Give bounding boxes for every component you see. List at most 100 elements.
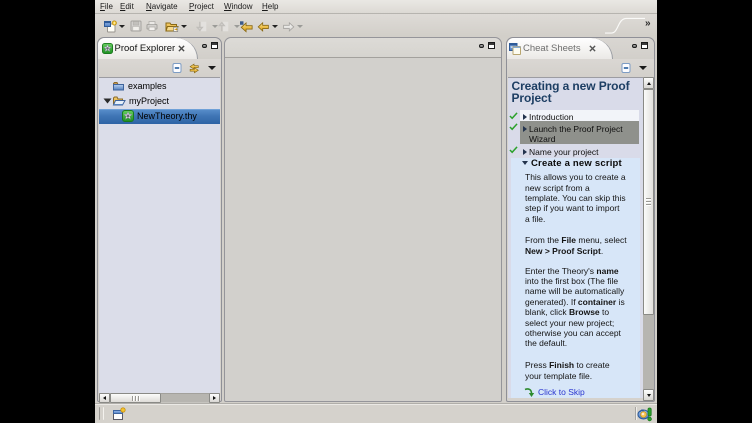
cheat-item-label: Introduction xyxy=(529,112,573,121)
expander-collapsed-icon[interactable] xyxy=(520,112,529,121)
status-bar xyxy=(95,403,657,423)
back-icon xyxy=(257,20,270,33)
statusbar-grip[interactable] xyxy=(99,407,104,420)
workspace: Proof Explorer xyxy=(95,36,657,403)
tree-row-myproject[interactable]: myProject xyxy=(99,93,220,108)
forward-button[interactable] xyxy=(282,19,303,33)
new-wizard-icon xyxy=(104,20,117,33)
last-edit-location-button[interactable] xyxy=(239,19,254,33)
maximize-icon[interactable] xyxy=(211,42,218,49)
maximize-icon[interactable] xyxy=(641,42,648,49)
proof-general-icon xyxy=(102,43,113,54)
proof-explorer-title: Proof Explorer xyxy=(115,43,176,54)
cheat-item-label: Create a new script xyxy=(531,158,622,169)
cheat-active-section: Create a new script This allows you to c… xyxy=(511,158,640,398)
proof-explorer-minmax xyxy=(202,42,219,49)
open-wizard-dropdown[interactable] xyxy=(181,25,187,28)
cheat-sheets-header: Cheat Sheets xyxy=(507,38,654,59)
scrollbar-thumb[interactable] xyxy=(110,393,161,403)
tree-row-newtheory[interactable]: NewTheory.thy xyxy=(99,109,220,124)
scroll-up-button[interactable] xyxy=(643,77,654,89)
scrollbar-track[interactable] xyxy=(643,315,654,389)
cheat-item-name-project[interactable]: Name your project xyxy=(508,144,639,157)
click-to-skip[interactable]: Click to Skip xyxy=(524,387,585,398)
new-wizard-dropdown[interactable] xyxy=(119,25,125,28)
skip-link-label: Click to Skip xyxy=(538,387,585,397)
next-annotation-button[interactable] xyxy=(195,19,218,33)
previous-annotation-icon xyxy=(217,20,230,33)
editor-area xyxy=(224,37,502,402)
collapse-all-icon[interactable] xyxy=(621,62,631,74)
proof-explorer-tab[interactable]: Proof Explorer xyxy=(98,38,198,59)
scrollbar-track[interactable] xyxy=(161,393,209,403)
view-menu-icon[interactable] xyxy=(639,66,647,70)
paragraph: Press Finish to create your template fil… xyxy=(525,360,635,381)
paragraph: Enter the Theory's name into the first b… xyxy=(525,266,635,349)
forward-dropdown[interactable] xyxy=(297,25,303,28)
check-icon xyxy=(509,146,518,154)
previous-annotation-button[interactable] xyxy=(217,19,240,33)
skip-arrow-icon xyxy=(524,387,535,398)
cheat-sheets-title: Cheat Sheets xyxy=(523,43,581,54)
menu-window[interactable]: Window xyxy=(224,2,252,12)
menu-file[interactable]: File xyxy=(100,2,113,12)
menu-navigate[interactable]: Navigate xyxy=(146,2,178,12)
save-button[interactable] xyxy=(130,19,142,33)
menu-project[interactable]: Project xyxy=(189,2,214,12)
cheat-item-body: This allows you to create a new script f… xyxy=(525,172,635,392)
cheat-item-label: Name your project xyxy=(529,147,598,158)
close-icon[interactable] xyxy=(589,45,596,52)
tree-label: myProject xyxy=(129,96,169,106)
check-icon xyxy=(509,123,518,131)
last-edit-location-icon xyxy=(239,20,254,33)
folder-closed-icon xyxy=(112,80,125,92)
link-with-editor-icon[interactable] xyxy=(188,62,200,74)
paragraph: From the File menu, select New > Proof S… xyxy=(525,235,635,256)
scrollbar-thumb[interactable] xyxy=(643,89,654,315)
forward-icon xyxy=(282,20,295,33)
cheat-item-introduction[interactable]: Introduction xyxy=(508,110,639,122)
expander-expanded-icon[interactable] xyxy=(520,158,529,169)
tree-row-examples[interactable]: examples xyxy=(99,78,220,93)
paragraph: This allows you to create a new script f… xyxy=(525,172,635,224)
cheat-sheets-minmax xyxy=(632,42,649,49)
view-menu-icon[interactable] xyxy=(208,66,216,70)
cheat-item-launch-wizard[interactable]: Launch the Proof Project Wizard xyxy=(508,121,639,144)
check-icon xyxy=(509,112,518,120)
back-dropdown[interactable] xyxy=(272,25,278,28)
tip-notification-icon[interactable] xyxy=(637,407,653,422)
vertical-scrollbar[interactable] xyxy=(643,77,654,401)
expander-expanded-icon[interactable] xyxy=(102,96,112,106)
cheat-sheets-toolbar xyxy=(507,59,654,77)
scroll-right-button[interactable] xyxy=(209,393,220,403)
tree-label: examples xyxy=(128,81,167,91)
proof-explorer-view: Proof Explorer xyxy=(97,37,222,402)
back-button[interactable] xyxy=(257,19,278,33)
horizontal-scrollbar[interactable] xyxy=(99,393,220,403)
open-wizard-button[interactable] xyxy=(165,19,187,33)
expander-collapsed-icon[interactable] xyxy=(520,147,529,158)
maximize-icon[interactable] xyxy=(488,42,495,49)
close-icon[interactable] xyxy=(178,45,185,52)
cheat-sheet-icon xyxy=(509,42,521,55)
perspective-overflow-chevron[interactable]: » xyxy=(645,18,651,29)
menu-edit[interactable]: Edit xyxy=(120,2,134,12)
fast-view-icon[interactable] xyxy=(112,407,126,421)
new-wizard-button[interactable] xyxy=(104,19,125,33)
scroll-down-button[interactable] xyxy=(643,389,654,401)
minimize-icon[interactable] xyxy=(202,44,208,48)
minimize-icon[interactable] xyxy=(632,44,638,48)
editor-minmax xyxy=(479,42,496,49)
expander-collapsed-icon[interactable] xyxy=(520,124,529,144)
theory-file-icon xyxy=(122,110,134,122)
minimize-icon[interactable] xyxy=(479,44,485,48)
collapse-all-icon[interactable] xyxy=(172,62,182,74)
cheat-sheets-tab[interactable]: Cheat Sheets xyxy=(507,38,613,59)
scroll-left-button[interactable] xyxy=(99,393,110,403)
cheat-sheet-content: Creating a new Proof Project Introductio… xyxy=(508,77,644,398)
menu-help[interactable]: Help xyxy=(262,2,278,12)
cheat-item-create-script[interactable]: Create a new script xyxy=(511,158,640,170)
print-button[interactable] xyxy=(146,19,158,33)
next-annotation-icon xyxy=(195,20,208,33)
print-icon xyxy=(146,20,158,32)
